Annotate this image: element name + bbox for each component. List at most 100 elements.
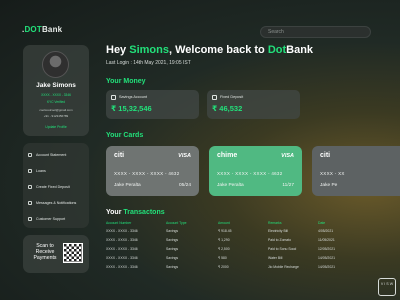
loan-icon [28, 169, 32, 173]
greeting-middle: , Welcome back to [168, 44, 268, 56]
table-cell: XXXX - XXXX - 3346 [106, 238, 138, 242]
table-cell: XXXX - XXXX - 3346 [106, 265, 138, 269]
qr-caption-line: Payments [33, 255, 57, 262]
table-row[interactable]: XXXX - XXXX - 3346 Savings ₹ 580 Water B… [106, 256, 376, 265]
sidebar-item-account-statement[interactable]: Account Statement [28, 153, 66, 157]
card-number: XXXX - XX [320, 171, 345, 176]
table-cell: 14/05/2021 [318, 265, 335, 269]
column-header: Date [318, 221, 326, 225]
brand-accent: DOT [24, 25, 42, 34]
deposit-icon [212, 95, 217, 100]
kyc-status: KYC Verified [46, 100, 66, 104]
column-header: Account Type [166, 221, 187, 225]
table-cell: XXXX - XXXX - 3346 [106, 229, 138, 233]
card-holder: Jake Peralta [114, 183, 141, 188]
visa-logo: VISA [178, 153, 191, 159]
transactions-title-prefix: Your [106, 209, 124, 216]
wallet-icon [111, 95, 116, 100]
page-title: Hey Simons, Welcome back to DotBank [106, 44, 313, 56]
greeting-prefix: Hey [106, 44, 130, 56]
greeting-brand: Dot [267, 44, 287, 56]
table-row[interactable]: XXXX - XXXX - 3346 Savings ₹ 1,290 Paid … [106, 238, 376, 247]
table-cell: 4/05/2021 [318, 229, 334, 233]
visa-logo: VISA [281, 153, 294, 159]
table-cell: 14/05/2021 [318, 256, 335, 260]
table-cell: Paid to Sonu Sood [268, 247, 297, 251]
card-number: XXXX - XXXX - XXXX - 4632 [114, 171, 180, 176]
brand-logo[interactable]: .DOTBank [22, 25, 62, 34]
table-cell: ₹ 2,500 [218, 247, 230, 251]
greeting-name: Simons [129, 44, 169, 56]
sidebar-item-label: Customer Support [36, 217, 66, 221]
sidebar-item-label: Create Fixed Deposit [36, 185, 70, 189]
qr-code-icon [63, 243, 83, 263]
table-cell: Electricity Bill [268, 229, 288, 233]
table-cell: Water Bill [268, 256, 283, 260]
transactions-title-accent: Transactons [123, 209, 165, 216]
table-cell: XXXX - XXXX - 3346 [106, 256, 138, 260]
table-cell: XXXX - XXXX - 3346 [106, 247, 138, 251]
profile-phone: +91 - 9123456789 [43, 114, 69, 118]
profile-name: Jake Simons [36, 82, 76, 89]
update-profile-link[interactable]: Update Profile [23, 125, 89, 129]
transactions-section-title: Your Transactons [106, 209, 165, 216]
card-expiry: 05/24 [178, 183, 191, 188]
avatar[interactable] [42, 51, 69, 78]
profile-email: coolcoolcool@gmail.com [39, 108, 73, 112]
cards-section-title: Your Cards [106, 132, 144, 139]
table-header: Account Number Account Type Amount Remar… [106, 221, 376, 229]
table-cell: ₹ 580 [218, 256, 227, 260]
profile-card: Jake Simons XXXX - XXXX - 3346 KYC Verif… [23, 45, 89, 136]
greeting-brand-suffix: Bank [286, 44, 314, 56]
table-cell: ₹ 1,290 [218, 238, 230, 242]
money-value: ₹ 46,532 [212, 104, 243, 113]
table-cell: Savings [166, 247, 179, 251]
table-cell: ₹ 2000 [218, 265, 229, 269]
table-cell: 11/05/2021 [318, 238, 335, 242]
bank-card[interactable]: citi XXXX - XX Jake Pe [312, 146, 400, 196]
last-login: Last Login : 14th May 2021, 19:05 IST [106, 60, 191, 66]
table-cell: Jio Mobile Recharge [268, 265, 299, 269]
table-row[interactable]: XXXX - XXXX - 3346 Savings ₹ 918.45 Elec… [106, 229, 376, 238]
statement-icon [28, 153, 32, 157]
bank-card[interactable]: chime VISA XXXX - XXXX - XXXX - 4632 Jak… [209, 146, 302, 196]
citi-logo: citi [114, 152, 125, 159]
sidebar-nav: Account Statement Loans Create Fixed Dep… [23, 143, 89, 228]
sidebar-item-support[interactable]: Customer Support [28, 217, 65, 221]
column-header: Remarks [268, 221, 282, 225]
brand-suffix: Bank [41, 25, 63, 34]
table-row[interactable]: XXXX - XXXX - 3346 Savings ₹ 2,500 Paid … [106, 247, 376, 256]
table-cell: Savings [166, 265, 179, 269]
column-header: Amount [218, 221, 230, 225]
message-icon [28, 201, 32, 205]
sidebar-item-label: Account Statement [36, 153, 67, 157]
money-value: ₹ 15,32,546 [111, 104, 152, 113]
money-section-title: Your Money [106, 78, 146, 85]
card-holder: Jake Peralta [217, 183, 244, 188]
money-label: Savings Account [119, 95, 148, 99]
profile-account-number: XXXX - XXXX - 3346 [41, 93, 71, 97]
card-expiry: 11/27 [282, 183, 294, 188]
sidebar-item-label: Messages & Notifications [36, 201, 77, 205]
bank-card[interactable]: citi VISA XXXX - XXXX - XXXX - 4632 Jake… [106, 146, 199, 196]
card-number: XXXX - XXXX - XXXX - 4632 [217, 171, 283, 176]
fixed-deposit-card[interactable]: Fixed Deposit ₹ 46,532 [207, 90, 300, 119]
qr-caption: Scan to Receive Payments [30, 243, 60, 262]
money-label: Fixed Deposit [220, 95, 244, 99]
sidebar-item-messages[interactable]: Messages & Notifications [28, 201, 76, 205]
table-cell: ₹ 918.45 [218, 229, 232, 233]
table-cell: Savings [166, 229, 179, 233]
support-icon [28, 217, 32, 221]
table-cell: 12/05/2021 [318, 247, 335, 251]
sidebar-item-loans[interactable]: Loans [28, 169, 46, 173]
table-cell: Savings [166, 256, 179, 260]
deposit-icon [28, 185, 32, 189]
sidebar-item-fixed-deposit[interactable]: Create Fixed Deposit [28, 185, 70, 189]
savings-account-card[interactable]: Savings Account ₹ 15,32,546 [106, 90, 199, 119]
qr-payment-card[interactable]: Scan to Receive Payments [23, 235, 89, 273]
search-input[interactable]: Search [260, 26, 371, 38]
watermark-badge: V I S W [378, 278, 396, 296]
column-header: Account Number [106, 221, 132, 225]
chime-logo: chime [217, 152, 238, 159]
table-row[interactable]: XXXX - XXXX - 3346 Savings ₹ 2000 Jio Mo… [106, 265, 376, 274]
